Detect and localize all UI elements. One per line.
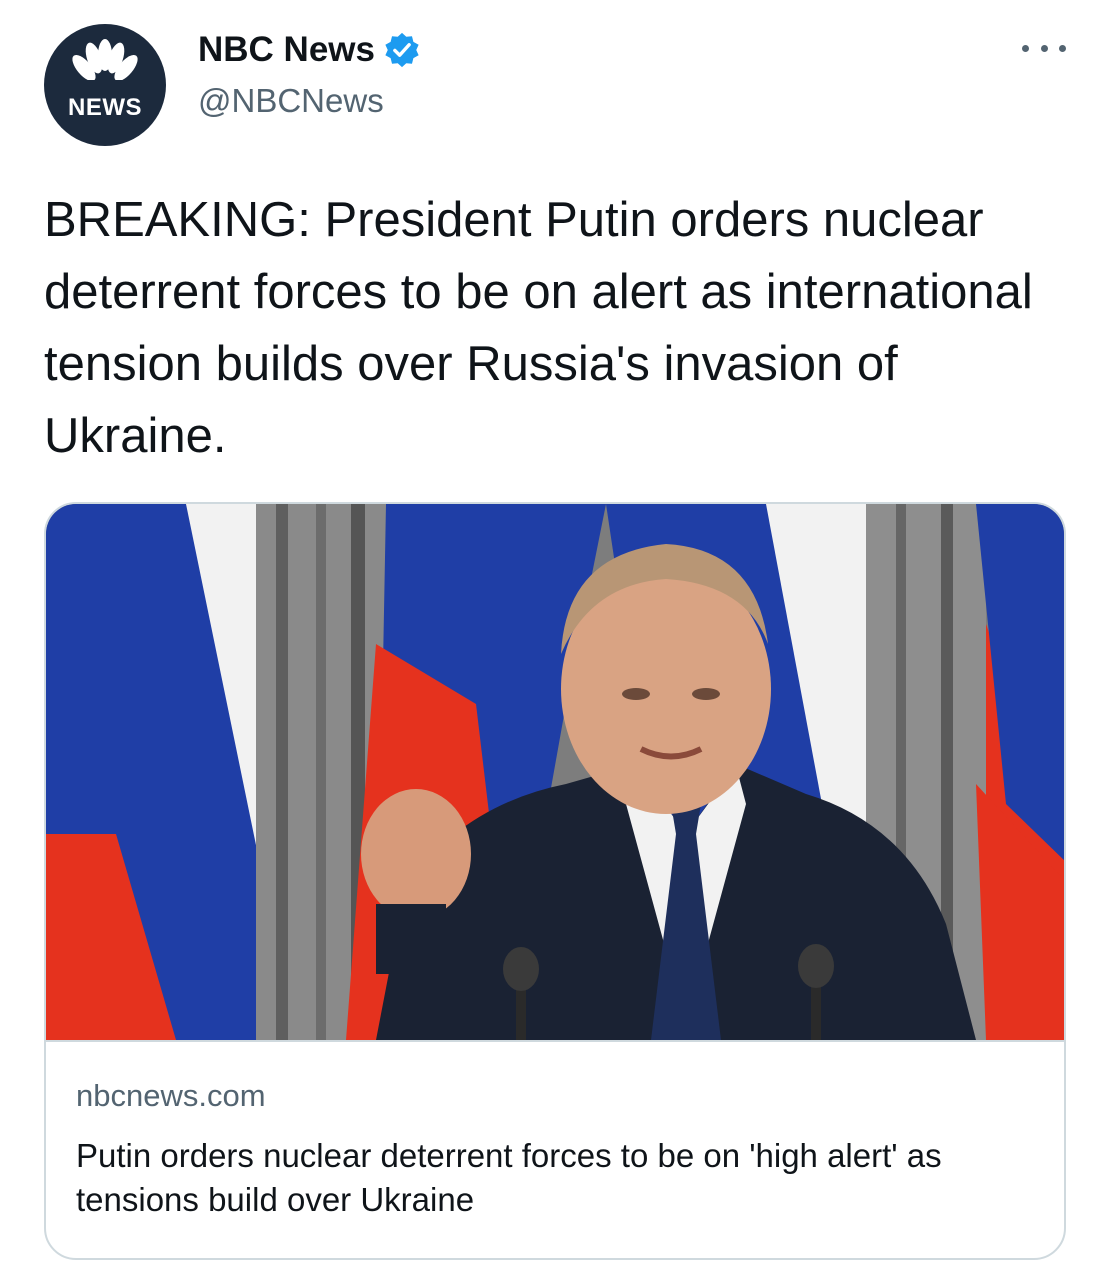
avatar-label: NEWS	[68, 94, 142, 121]
author-handle[interactable]: @NBCNews	[198, 82, 384, 120]
peacock-logo-icon	[70, 39, 140, 86]
article-image	[46, 504, 1064, 1040]
link-preview-card[interactable]: nbcnews.com Putin orders nuclear deterre…	[44, 502, 1066, 1260]
more-horizontal-icon	[1059, 44, 1066, 52]
card-title: Putin orders nuclear deterrent forces to…	[76, 1137, 942, 1218]
more-horizontal-icon	[1040, 44, 1048, 52]
verified-badge-icon	[385, 32, 419, 68]
card-domain: nbcnews.com	[76, 1078, 266, 1113]
author-avatar[interactable]: NEWS	[44, 24, 166, 146]
tweet: NEWS NBC News @NBCNews BREAKING: Preside…	[0, 0, 1110, 1280]
more-horizontal-icon	[1022, 44, 1029, 52]
author-display-name[interactable]: NBC News	[198, 30, 375, 70]
tweet-text: BREAKING: President Putin orders nuclear…	[44, 193, 1033, 463]
more-options-button[interactable]	[1022, 30, 1066, 66]
author-name-row[interactable]: NBC News	[198, 30, 421, 70]
card-divider	[46, 1040, 1064, 1042]
